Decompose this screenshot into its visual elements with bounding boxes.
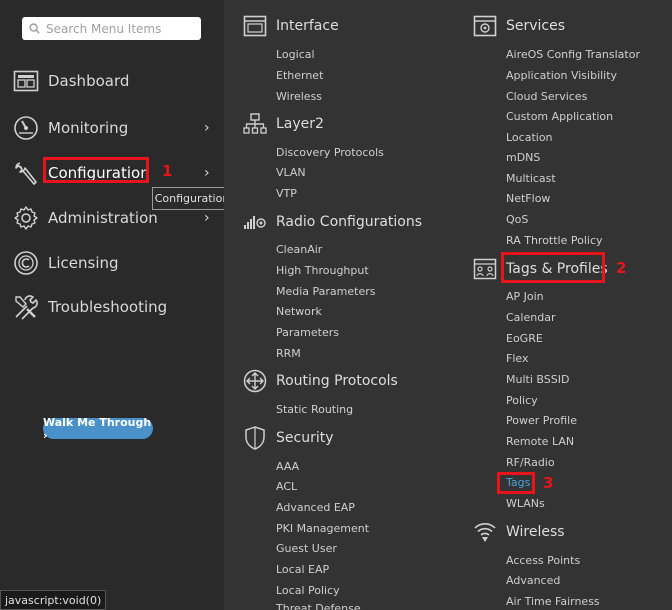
monitoring-icon <box>12 114 40 142</box>
section-security: Security <box>242 426 334 450</box>
menu-link-threat-defense[interactable]: Threat Defense <box>276 601 361 610</box>
menu-link-multicast[interactable]: Multicast <box>506 172 556 185</box>
section-radio-configurations: Radio Configurations <box>242 210 422 234</box>
highlight-box-configuration <box>43 157 149 183</box>
nav-label: Monitoring <box>48 119 129 137</box>
menu-link-rf-radio[interactable]: RF/Radio <box>506 456 555 469</box>
section-title: Layer2 <box>276 116 324 132</box>
shield-icon <box>242 426 268 450</box>
configuration-menu: Interface Logical Ethernet Wireless Laye… <box>224 0 672 610</box>
nav-item-dashboard[interactable]: Dashboard <box>12 65 222 97</box>
nav-label: Dashboard <box>48 72 130 90</box>
menu-link-ap-join[interactable]: AP Join <box>506 290 544 303</box>
layer2-icon <box>242 112 268 136</box>
licensing-icon <box>12 249 40 277</box>
menu-link-netflow[interactable]: NetFlow <box>506 192 550 205</box>
tools-icon <box>12 293 40 321</box>
menu-link-network[interactable]: Network <box>276 305 322 318</box>
menu-link-static-routing[interactable]: Static Routing <box>276 403 353 416</box>
search-box[interactable] <box>22 17 201 40</box>
services-icon <box>472 14 498 38</box>
chevron-right-icon: › <box>204 120 210 136</box>
menu-link-location[interactable]: Location <box>506 131 553 144</box>
menu-link-discovery-protocols[interactable]: Discovery Protocols <box>276 146 384 159</box>
wireless-icon <box>472 520 498 544</box>
chevron-right-icon: › <box>204 165 210 181</box>
menu-link-policy[interactable]: Policy <box>506 394 538 407</box>
nav-item-monitoring[interactable]: Monitoring › <box>12 112 222 144</box>
step-number-2: 2 <box>616 259 627 277</box>
section-services: Services <box>472 14 565 38</box>
highlight-box-tags-profiles <box>501 252 605 283</box>
menu-link-power-profile[interactable]: Power Profile <box>506 414 577 427</box>
search-icon <box>29 19 40 38</box>
highlight-box-tags <box>497 472 535 494</box>
menu-link-aaa[interactable]: AAA <box>276 460 299 473</box>
menu-link-advanced[interactable]: Advanced <box>506 574 560 587</box>
menu-link-rrm[interactable]: RRM <box>276 347 301 360</box>
menu-link-local-policy[interactable]: Local Policy <box>276 584 340 597</box>
menu-link-wlans[interactable]: WLANs <box>506 497 545 510</box>
search-input[interactable] <box>46 21 196 36</box>
section-title: Security <box>276 430 334 446</box>
menu-link-pki-management[interactable]: PKI Management <box>276 522 369 535</box>
menu-link-application-visibility[interactable]: Application Visibility <box>506 69 617 82</box>
menu-link-cloud-services[interactable]: Cloud Services <box>506 90 587 103</box>
configuration-tooltip: Configuration <box>152 187 232 210</box>
menu-link-mdns[interactable]: mDNS <box>506 151 540 164</box>
menu-link-ra-throttle-policy[interactable]: RA Throttle Policy <box>506 234 603 247</box>
menu-link-aireos-config-translator[interactable]: AireOS Config Translator <box>506 48 640 61</box>
menu-link-air-time-fairness[interactable]: Air Time Fairness <box>506 595 600 608</box>
section-title: Wireless <box>506 524 565 540</box>
section-title: Radio Configurations <box>276 214 423 230</box>
menu-link-remote-lan[interactable]: Remote LAN <box>506 435 574 448</box>
menu-link-multi-bssid[interactable]: Multi BSSID <box>506 373 569 386</box>
menu-link-eogre[interactable]: EoGRE <box>506 332 543 345</box>
menu-link-calendar[interactable]: Calendar <box>506 311 555 324</box>
section-layer2: Layer2 <box>242 112 324 136</box>
menu-link-high-throughput[interactable]: High Throughput <box>276 264 369 277</box>
nav-item-troubleshooting[interactable]: Troubleshooting <box>12 291 222 323</box>
menu-link-cleanair[interactable]: CleanAir <box>276 243 322 256</box>
section-title: Interface <box>276 18 339 34</box>
menu-link-advanced-eap[interactable]: Advanced EAP <box>276 501 355 514</box>
section-title: Services <box>506 18 566 34</box>
nav-label: Troubleshooting <box>48 298 168 316</box>
menu-link-media-parameters[interactable]: Media Parameters <box>276 285 376 298</box>
status-bar-url: javascript:void(0) <box>0 590 107 610</box>
menu-link-custom-application[interactable]: Custom Application <box>506 110 613 123</box>
menu-link-qos[interactable]: QoS <box>506 213 528 226</box>
routing-icon <box>242 369 268 393</box>
menu-link-acl[interactable]: ACL <box>276 480 297 493</box>
dashboard-icon <box>12 67 40 95</box>
step-number-1: 1 <box>162 162 173 180</box>
nav-label: Administration <box>48 209 158 227</box>
menu-link-flex[interactable]: Flex <box>506 352 528 365</box>
chevron-right-icon: › <box>204 210 210 226</box>
sidebar: Dashboard Monitoring › Configuration › A… <box>0 0 232 610</box>
menu-link-vlan[interactable]: VLAN <box>276 166 306 179</box>
menu-link-guest-user[interactable]: Guest User <box>276 542 337 555</box>
menu-link-parameters[interactable]: Parameters <box>276 326 339 339</box>
menu-link-local-eap[interactable]: Local EAP <box>276 563 329 576</box>
menu-link-ethernet[interactable]: Ethernet <box>276 69 323 82</box>
menu-link-logical[interactable]: Logical <box>276 48 315 61</box>
menu-link-access-points[interactable]: Access Points <box>506 554 580 567</box>
section-interface: Interface <box>242 14 339 38</box>
tags-profiles-icon <box>472 257 498 281</box>
nav-item-licensing[interactable]: Licensing <box>12 247 222 279</box>
menu-link-vtp[interactable]: VTP <box>276 187 297 200</box>
section-routing-protocols: Routing Protocols <box>242 369 398 393</box>
interface-icon <box>242 14 268 38</box>
menu-link-wireless[interactable]: Wireless <box>276 90 322 103</box>
nav-label: Licensing <box>48 254 119 272</box>
radio-icon <box>242 210 268 234</box>
walk-me-through-button[interactable]: Walk Me Through › <box>43 416 153 442</box>
wrench-icon <box>12 159 40 187</box>
gear-icon <box>12 204 40 232</box>
section-title: Routing Protocols <box>276 373 398 389</box>
step-number-3: 3 <box>543 474 554 492</box>
section-wireless: Wireless <box>472 520 565 544</box>
